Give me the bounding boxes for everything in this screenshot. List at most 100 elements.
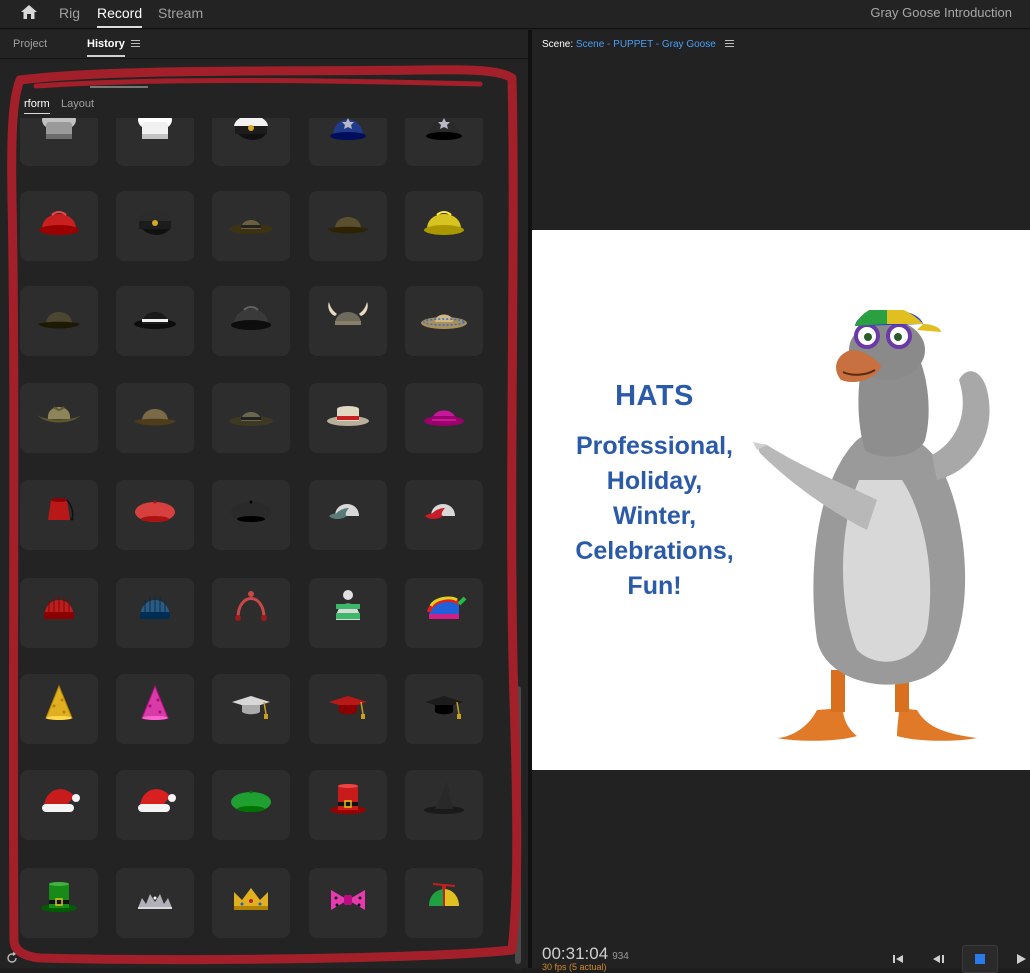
stage-line: Celebrations, xyxy=(575,537,734,565)
party-hat-pink-icon xyxy=(141,684,169,720)
step-back-icon[interactable] xyxy=(928,948,950,970)
hat-tile-bowler-hat[interactable] xyxy=(116,286,194,356)
hat-tile-pink-fedora[interactable] xyxy=(405,383,483,453)
uncle-sam-hat-icon xyxy=(330,784,366,814)
wide-brim-hat-icon xyxy=(229,412,273,426)
hat-tile-striped-beanie[interactable] xyxy=(309,578,387,648)
pilot-cap-icon xyxy=(138,210,172,235)
tab-layout[interactable]: Layout xyxy=(61,98,94,110)
rainbow-beanie-icon xyxy=(427,596,467,619)
witch-hat-icon xyxy=(424,782,464,814)
safari-hat-icon xyxy=(327,217,369,234)
timecode-value: 00:31:04 xyxy=(542,944,609,963)
hat-tile-sombrero[interactable] xyxy=(405,286,483,356)
graduation-cap-white-icon xyxy=(232,696,270,719)
hat-tile-witch-hat[interactable] xyxy=(405,770,483,840)
hat-tile-boater-hat[interactable] xyxy=(309,383,387,453)
hat-tile-graduation-cap-red[interactable] xyxy=(309,674,387,744)
stage-line: Holiday, xyxy=(606,467,703,495)
hat-tile-party-hat-gold[interactable] xyxy=(20,674,98,744)
tab-rig[interactable]: Rig xyxy=(59,5,80,21)
hat-tile-knit-hat-red[interactable] xyxy=(20,578,98,648)
hat-tile-police-helmet-blue[interactable] xyxy=(309,118,387,166)
hat-tile-santa-hat[interactable] xyxy=(116,770,194,840)
play-icon[interactable] xyxy=(1010,948,1030,970)
hard-hat-yellow-icon xyxy=(424,211,464,235)
hat-tile-graduation-cap-black[interactable] xyxy=(405,674,483,744)
hat-tile-ranger-hat[interactable] xyxy=(212,191,290,261)
frame-count: 934 xyxy=(612,951,629,962)
refresh-icon[interactable] xyxy=(6,952,18,964)
scene-name[interactable]: Scene - PUPPET - Gray Goose xyxy=(576,39,716,50)
home-icon[interactable] xyxy=(20,3,38,21)
beret-black-icon xyxy=(231,500,271,522)
hat-tile-green-elf-cap[interactable] xyxy=(212,770,290,840)
explorer-hat-icon xyxy=(134,409,176,426)
reindeer-santa-hat-icon xyxy=(42,789,80,812)
hat-tile-chef-hat-grey[interactable] xyxy=(20,118,98,166)
hat-tile-pilot-cap[interactable] xyxy=(116,191,194,261)
hat-tile-viking-helmet[interactable] xyxy=(309,286,387,356)
captain-hat-icon xyxy=(234,118,268,140)
stop-button[interactable] xyxy=(962,945,998,973)
hat-tile-propeller-beanie[interactable] xyxy=(405,868,483,938)
hat-tile-gold-crown[interactable] xyxy=(212,868,290,938)
hat-tile-uncle-sam-hat[interactable] xyxy=(309,770,387,840)
tab-perform[interactable]: rform xyxy=(24,98,50,114)
hat-tile-cowboy-hat-tan[interactable] xyxy=(20,383,98,453)
hat-tile-leprechaun-hat[interactable] xyxy=(20,868,98,938)
hat-tile-baseball-cap-teal[interactable] xyxy=(309,480,387,550)
cowboy-hat-tan-icon xyxy=(37,406,81,423)
bucket-hat-olive-icon xyxy=(38,312,80,329)
graduation-cap-red-icon xyxy=(329,696,367,719)
hat-tile-earmuff-headband[interactable] xyxy=(212,578,290,648)
sombrero-icon xyxy=(421,314,467,329)
police-helmet-black-icon xyxy=(426,118,462,140)
hat-tile-knit-hat-blue[interactable] xyxy=(116,578,194,648)
go-to-start-icon[interactable] xyxy=(887,948,909,970)
knit-hat-blue-icon xyxy=(140,596,170,619)
stage-line: Professional, xyxy=(576,432,733,460)
war-helmet-icon xyxy=(231,306,271,330)
hat-tile-beret-red[interactable] xyxy=(116,480,194,550)
top-bar: Rig Record Stream Gray Goose Introductio… xyxy=(0,0,1030,29)
hat-tile-reindeer-santa-hat[interactable] xyxy=(20,770,98,840)
firefighter-helmet-icon xyxy=(39,211,79,235)
hat-tile-wide-brim-hat[interactable] xyxy=(212,383,290,453)
stage-text-block: HATS Professional, Holiday, Winter, Cele… xyxy=(552,380,757,604)
hat-tile-war-helmet[interactable] xyxy=(212,286,290,356)
boater-hat-icon xyxy=(327,406,369,426)
timecode: 00:31:04 934 xyxy=(542,944,629,964)
hat-tile-fez[interactable] xyxy=(20,480,98,550)
hat-tile-explorer-hat[interactable] xyxy=(116,383,194,453)
hat-tile-chef-hat-white[interactable] xyxy=(116,118,194,166)
scene-menu-icon[interactable] xyxy=(724,40,734,48)
hat-tile-captain-hat[interactable] xyxy=(212,118,290,166)
hat-tile-beret-black[interactable] xyxy=(212,480,290,550)
tab-history[interactable]: History xyxy=(87,38,125,57)
hat-tile-police-helmet-black[interactable] xyxy=(405,118,483,166)
hat-tile-graduation-cap-white[interactable] xyxy=(212,674,290,744)
tab-project[interactable]: Project xyxy=(13,38,47,50)
chef-hat-grey-icon xyxy=(42,118,76,139)
hat-tile-baseball-cap-red[interactable] xyxy=(405,480,483,550)
bowler-hat-icon xyxy=(134,312,176,329)
silver-tiara-icon xyxy=(138,894,172,909)
tab-record[interactable]: Record xyxy=(97,5,143,28)
stage-line: Winter, xyxy=(612,502,697,530)
hat-tile-safari-hat[interactable] xyxy=(309,191,387,261)
hat-tile-firefighter-helmet[interactable] xyxy=(20,191,98,261)
striped-beanie-icon xyxy=(336,590,360,620)
scrollbar-thumb[interactable] xyxy=(515,686,521,964)
tab-stream[interactable]: Stream xyxy=(158,5,203,21)
hat-tile-hard-hat-yellow[interactable] xyxy=(405,191,483,261)
graduation-cap-black-icon xyxy=(425,696,463,719)
baseball-cap-red-icon xyxy=(425,504,455,519)
hat-tile-rainbow-beanie[interactable] xyxy=(405,578,483,648)
hat-tile-polka-dot-bow[interactable] xyxy=(309,868,387,938)
menu-icon[interactable] xyxy=(131,40,140,48)
hat-tile-bucket-hat-olive[interactable] xyxy=(20,286,98,356)
hat-tile-silver-tiara[interactable] xyxy=(116,868,194,938)
hat-tile-party-hat-pink[interactable] xyxy=(116,674,194,744)
party-hat-gold-icon xyxy=(45,684,73,720)
